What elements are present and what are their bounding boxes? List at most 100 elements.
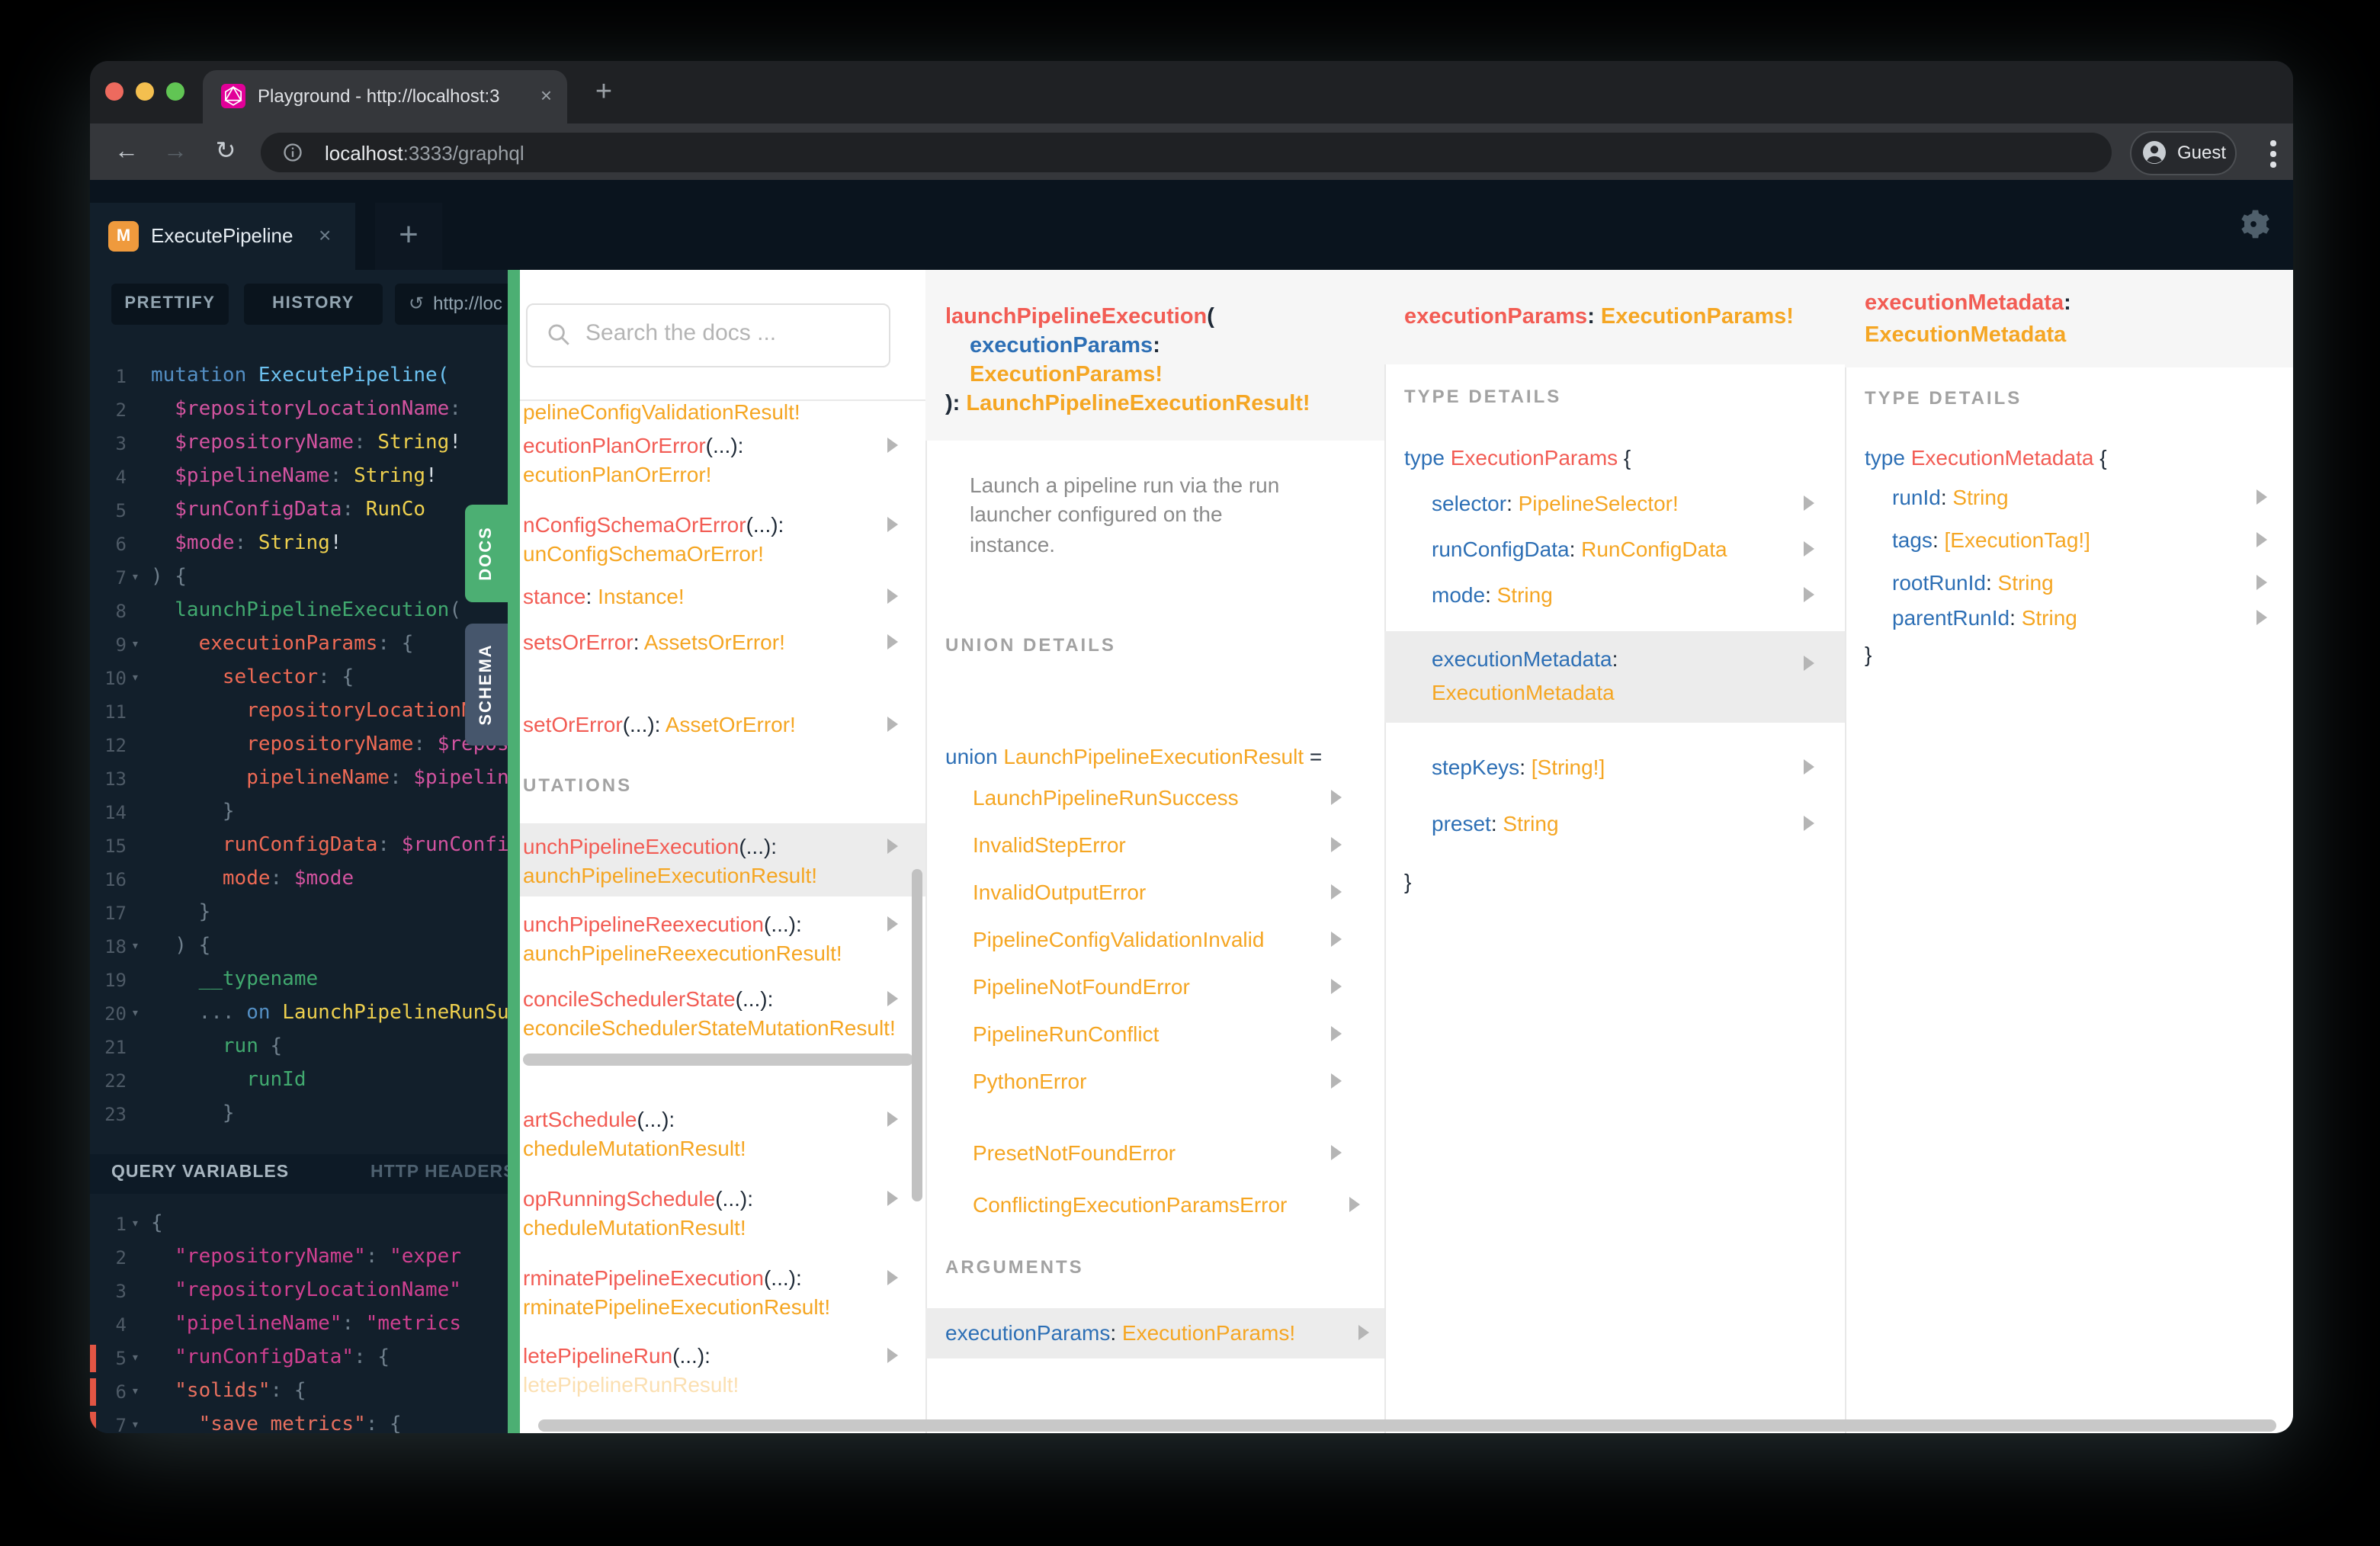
expand-arrow-icon[interactable] bbox=[1804, 587, 1814, 602]
expand-arrow-icon[interactable] bbox=[1331, 932, 1342, 947]
expand-arrow-icon[interactable] bbox=[887, 991, 898, 1006]
info-icon[interactable] bbox=[282, 142, 303, 163]
fold-arrow-icon[interactable]: ▾ bbox=[131, 1375, 140, 1409]
expand-arrow-icon[interactable] bbox=[887, 1111, 898, 1127]
docs-item-selected[interactable]: unchPipelineExecution(...): bbox=[520, 831, 925, 863]
docs-item[interactable]: artSchedule(...): bbox=[520, 1104, 925, 1136]
expand-arrow-icon[interactable] bbox=[1349, 1197, 1360, 1212]
type-field[interactable]: stepKeys: [String!] bbox=[1384, 752, 1845, 784]
docs-item-type[interactable]: ecutionPlanOrError! bbox=[520, 459, 925, 491]
playground-tab-executepipeline[interactable]: M ExecutePipeline × bbox=[90, 203, 355, 270]
union-member[interactable]: PipelineConfigValidationInvalid bbox=[925, 924, 1384, 956]
union-member[interactable]: InvalidOutputError bbox=[925, 877, 1384, 909]
docs-item[interactable]: stance: Instance! bbox=[520, 581, 925, 613]
playground-tab-close-icon[interactable]: × bbox=[319, 223, 331, 247]
type-field[interactable]: runId: String bbox=[1845, 482, 2293, 514]
expand-arrow-icon[interactable] bbox=[2257, 575, 2267, 590]
docs-item[interactable]: rminatePipelineExecution(...): bbox=[520, 1262, 925, 1294]
docs-item-type[interactable]: cheduleMutationResult! bbox=[520, 1212, 925, 1244]
docs-item[interactable]: pelineConfigValidationResult! bbox=[520, 396, 925, 428]
fold-arrow-icon[interactable]: ▾ bbox=[131, 997, 140, 1031]
expand-arrow-icon[interactable] bbox=[1331, 790, 1342, 805]
schema-side-tab[interactable]: SCHEMA bbox=[465, 624, 508, 746]
type-field[interactable]: runConfigData: RunConfigData bbox=[1384, 534, 1845, 566]
replay-icon[interactable]: ↺ bbox=[409, 293, 424, 314]
docs-item[interactable]: setsOrError: AssetsOrError! bbox=[520, 627, 925, 659]
profile-button[interactable]: Guest bbox=[2130, 131, 2237, 175]
docs-item-type[interactable]: aunchPipelineExecutionResult! bbox=[520, 860, 925, 892]
horizontal-scrollbar[interactable] bbox=[523, 1054, 913, 1066]
expand-arrow-icon[interactable] bbox=[1331, 979, 1342, 994]
fold-arrow-icon[interactable]: ▾ bbox=[131, 1208, 140, 1241]
docs-search-input[interactable]: Search the docs ... bbox=[526, 303, 890, 367]
type-field[interactable]: tags: [ExecutionTag!] bbox=[1845, 524, 2293, 556]
fold-arrow-icon[interactable]: ▾ bbox=[131, 930, 140, 964]
docs-item-type[interactable]: aunchPipelineReexecutionResult! bbox=[520, 938, 925, 970]
expand-arrow-icon[interactable] bbox=[887, 1348, 898, 1363]
union-member[interactable]: LaunchPipelineRunSuccess bbox=[925, 782, 1384, 814]
expand-arrow-icon[interactable] bbox=[887, 839, 898, 854]
docs-item-type[interactable]: unConfigSchemaOrError! bbox=[520, 538, 925, 570]
expand-arrow-icon[interactable] bbox=[887, 634, 898, 650]
window-close-button[interactable] bbox=[105, 82, 123, 101]
expand-arrow-icon[interactable] bbox=[887, 1191, 898, 1206]
expand-arrow-icon[interactable] bbox=[1331, 1026, 1342, 1041]
expand-arrow-icon[interactable] bbox=[1804, 656, 1814, 671]
query-editor-pane[interactable]: PRETTIFY HISTORY ↺ http://loc 1 mutation E… bbox=[90, 270, 508, 1433]
docs-item[interactable]: ecutionPlanOrError(...): bbox=[520, 430, 925, 462]
expand-arrow-icon[interactable] bbox=[887, 517, 898, 532]
docs-item[interactable]: unchPipelineReexecution(...): bbox=[520, 909, 925, 941]
union-member[interactable]: PipelineNotFoundError bbox=[925, 971, 1384, 1003]
fold-arrow-icon[interactable]: ▾ bbox=[131, 1342, 140, 1375]
fold-arrow-icon[interactable]: ▾ bbox=[131, 561, 140, 595]
expand-arrow-icon[interactable] bbox=[2257, 532, 2267, 547]
union-member[interactable]: InvalidStepError bbox=[925, 829, 1384, 861]
type-field[interactable]: selector: PipelineSelector! bbox=[1384, 488, 1845, 520]
expand-arrow-icon[interactable] bbox=[2257, 489, 2267, 505]
union-member[interactable]: PresetNotFoundError bbox=[925, 1137, 1384, 1169]
expand-arrow-icon[interactable] bbox=[1804, 496, 1814, 511]
expand-arrow-icon[interactable] bbox=[1331, 884, 1342, 900]
browser-menu-icon[interactable] bbox=[2270, 140, 2276, 172]
type-field[interactable]: parentRunId: String bbox=[1845, 602, 2293, 634]
argument-row[interactable]: executionParams: ExecutionParams! bbox=[925, 1317, 1384, 1349]
docs-horizontal-scrollbar[interactable] bbox=[538, 1419, 2276, 1432]
expand-arrow-icon[interactable] bbox=[887, 1270, 898, 1285]
docs-item[interactable]: letePipelineRun(...): bbox=[520, 1340, 925, 1372]
back-icon[interactable]: ← bbox=[108, 134, 145, 171]
playground-new-tab-button[interactable]: + bbox=[375, 203, 442, 270]
type-field[interactable]: rootRunId: String bbox=[1845, 567, 2293, 599]
type-field-selected[interactable]: executionMetadata: bbox=[1384, 643, 1845, 675]
expand-arrow-icon[interactable] bbox=[1331, 1073, 1342, 1089]
expand-arrow-icon[interactable] bbox=[887, 717, 898, 732]
browser-tab[interactable]: Playground - http://localhost:3 × bbox=[203, 70, 567, 123]
type-field[interactable]: mode: String bbox=[1384, 579, 1845, 611]
prettify-button[interactable]: PRETTIFY bbox=[111, 284, 229, 325]
fold-arrow-icon[interactable]: ▾ bbox=[131, 662, 140, 695]
reload-icon[interactable]: ↻ bbox=[207, 134, 244, 171]
history-button[interactable]: HISTORY bbox=[244, 284, 383, 325]
window-zoom-button[interactable] bbox=[166, 82, 184, 101]
union-member[interactable]: PipelineRunConflict bbox=[925, 1018, 1384, 1050]
docs-item[interactable]: concileSchedulerState(...): bbox=[520, 983, 925, 1015]
expand-arrow-icon[interactable] bbox=[887, 589, 898, 604]
expand-arrow-icon[interactable] bbox=[1804, 816, 1814, 831]
docs-side-tab[interactable]: DOCS bbox=[465, 505, 508, 602]
expand-arrow-icon[interactable] bbox=[2257, 610, 2267, 625]
fold-arrow-icon[interactable]: ▾ bbox=[131, 628, 140, 662]
vertical-scrollbar[interactable] bbox=[912, 869, 922, 1201]
address-bar[interactable]: localhost:3333/graphql bbox=[261, 133, 2112, 172]
type-field[interactable]: preset: String bbox=[1384, 808, 1845, 840]
union-member[interactable]: PythonError bbox=[925, 1066, 1384, 1098]
pane-divider[interactable] bbox=[508, 270, 520, 1433]
window-minimize-button[interactable] bbox=[136, 82, 154, 101]
tab-close-icon[interactable]: × bbox=[540, 84, 552, 107]
expand-arrow-icon[interactable] bbox=[887, 916, 898, 932]
expand-arrow-icon[interactable] bbox=[1331, 837, 1342, 852]
new-tab-button[interactable]: + bbox=[585, 75, 622, 111]
docs-item[interactable]: opRunningSchedule(...): bbox=[520, 1183, 925, 1215]
expand-arrow-icon[interactable] bbox=[1804, 541, 1814, 556]
fold-arrow-icon[interactable]: ▾ bbox=[131, 1409, 140, 1433]
docs-item[interactable]: nConfigSchemaOrError(...): bbox=[520, 509, 925, 541]
endpoint-input[interactable]: ↺ http://loc bbox=[395, 284, 508, 325]
